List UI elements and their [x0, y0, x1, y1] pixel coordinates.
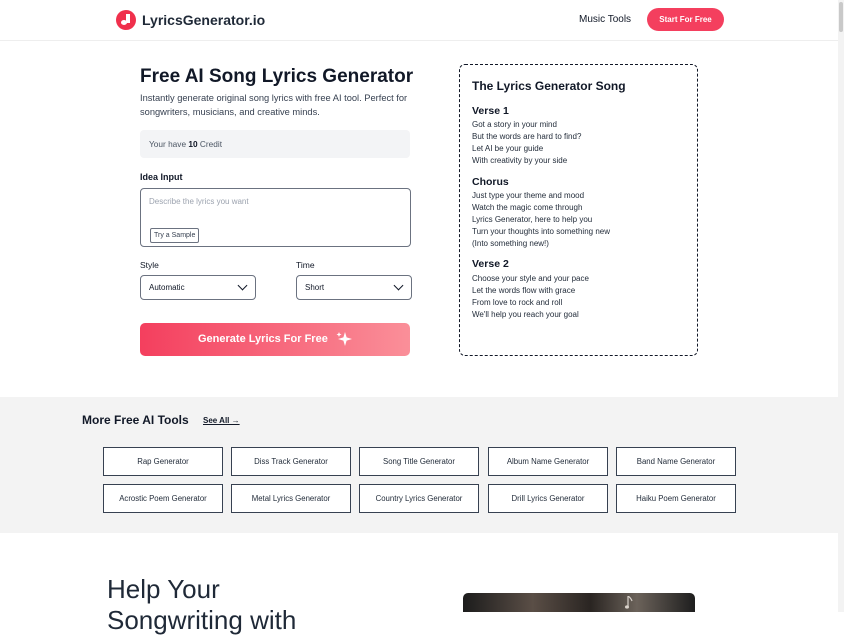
verse-2-heading: Verse 2	[472, 258, 509, 270]
top-navbar: LyricsGenerator.io Music Tools Start For…	[0, 0, 838, 41]
song-title: The Lyrics Generator Song	[472, 79, 626, 93]
sample-song-card: The Lyrics Generator Song Verse 1 Got a …	[459, 64, 698, 356]
start-for-free-button[interactable]: Start For Free	[647, 8, 724, 31]
music-note-icon	[625, 596, 633, 609]
see-all-link[interactable]: See All →	[203, 416, 240, 425]
time-select-value: Short	[305, 283, 325, 292]
lyric-line: But the words are hard to find?	[472, 132, 582, 141]
lyric-line: Let the words flow with grace	[472, 286, 576, 295]
logo-text: LyricsGenerator.io	[142, 12, 266, 28]
lyric-line: From love to rock and roll	[472, 298, 563, 307]
tool-haiku-poem-generator[interactable]: Haiku Poem Generator	[616, 484, 736, 513]
try-sample-button[interactable]: Try a Sample	[150, 228, 200, 243]
chevron-down-icon	[393, 280, 404, 291]
generate-lyrics-label: Generate Lyrics For Free	[198, 333, 328, 345]
tool-band-name-generator[interactable]: Band Name Generator	[616, 447, 736, 476]
style-select[interactable]: Automatic	[140, 275, 256, 300]
section-heading-line-2: Songwriting with	[107, 605, 297, 635]
lyric-line: Let AI be your guide	[472, 144, 544, 153]
verse-1-heading: Verse 1	[472, 105, 509, 117]
section-heading: Help Your Songwriting with	[107, 574, 296, 636]
credit-suffix: Credit	[199, 139, 223, 149]
lyric-line: Watch the magic come through	[472, 203, 583, 212]
tool-song-title-generator[interactable]: Song Title Generator	[359, 447, 479, 476]
lyric-line: Turn your thoughts into something new	[472, 227, 611, 236]
chevron-down-icon	[237, 280, 248, 291]
tool-drill-lyrics-generator[interactable]: Drill Lyrics Generator	[488, 484, 608, 513]
sparkle-icon	[336, 332, 352, 346]
credit-prefix: Your have	[149, 139, 187, 149]
lyric-line: (Into something new!)	[472, 239, 549, 248]
style-label: Style	[140, 260, 159, 270]
page-title: Free AI Song Lyrics Generator	[140, 66, 414, 87]
chorus-heading: Chorus	[472, 176, 509, 188]
lyric-line: Choose your style and your pace	[472, 274, 589, 283]
lyric-line: Lyrics Generator, here to help you	[472, 215, 593, 224]
site-logo[interactable]: LyricsGenerator.io	[116, 10, 265, 30]
lyric-line: Got a story in your mind	[472, 120, 557, 129]
page-subtitle: Instantly generate original song lyrics …	[140, 93, 408, 117]
tool-rap-generator[interactable]: Rap Generator	[103, 447, 223, 476]
tool-album-name-generator[interactable]: Album Name Generator	[488, 447, 608, 476]
idea-input-placeholder: Describe the lyrics you want	[149, 197, 249, 206]
scrollbar-thumb[interactable]	[839, 2, 843, 32]
music-note-icon	[116, 10, 136, 30]
idea-input-label: Idea Input	[140, 172, 183, 182]
tool-country-lyrics-generator[interactable]: Country Lyrics Generator	[359, 484, 479, 513]
tool-diss-track-generator[interactable]: Diss Track Generator	[231, 447, 351, 476]
more-tools-heading: More Free AI Tools	[82, 413, 189, 427]
section-heading-line-1: Help Your	[107, 574, 220, 604]
lyric-line: Just type your theme and mood	[472, 191, 585, 200]
more-tools-section: More Free AI Tools See All → Rap Generat…	[0, 397, 838, 533]
scrollbar-track[interactable]	[838, 0, 844, 612]
generate-lyrics-button[interactable]: Generate Lyrics For Free	[140, 323, 410, 356]
lyric-line: With creativity by your side	[472, 156, 568, 165]
time-select[interactable]: Short	[296, 275, 412, 300]
time-label: Time	[296, 260, 315, 270]
nav-music-tools[interactable]: Music Tools	[579, 14, 631, 25]
idea-input[interactable]: Describe the lyrics you want Try a Sampl…	[140, 188, 411, 247]
credit-count: 10	[188, 139, 198, 149]
guitar-photo	[463, 593, 695, 612]
style-select-value: Automatic	[149, 283, 185, 292]
tool-metal-lyrics-generator[interactable]: Metal Lyrics Generator	[231, 484, 351, 513]
lyric-line: We'll help you reach your goal	[472, 310, 579, 319]
credit-banner: Your have 10 Credit	[140, 130, 410, 158]
tool-acrostic-poem-generator[interactable]: Acrostic Poem Generator	[103, 484, 223, 513]
